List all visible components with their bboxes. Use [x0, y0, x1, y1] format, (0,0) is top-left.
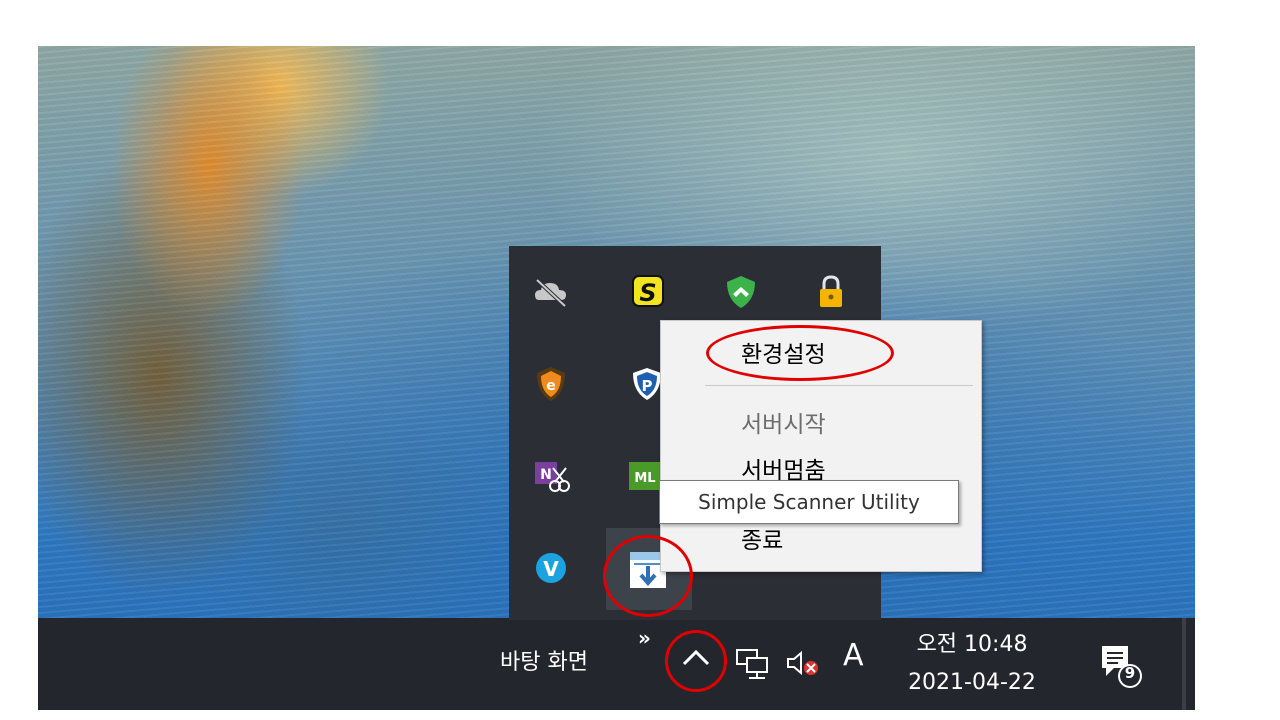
svg-text:e: e	[546, 378, 556, 394]
svg-text:P: P	[642, 377, 653, 395]
menu-item-start-server: 서버시작	[741, 412, 826, 438]
network-icon[interactable]	[735, 648, 771, 680]
notification-icon	[1102, 646, 1142, 688]
chevron-up-icon	[682, 649, 710, 666]
action-center-button[interactable]: 9	[1096, 642, 1146, 696]
menu-item-preferences[interactable]: 환경설정	[741, 335, 826, 369]
svg-text:N: N	[540, 467, 552, 483]
desktop-toolbar-label[interactable]: 바탕 화면	[500, 644, 588, 676]
clock-time[interactable]: 오전 10:48	[902, 626, 1042, 658]
tray-tooltip: Simple Scanner Utility	[659, 480, 959, 524]
nx-scissors-icon[interactable]: N	[531, 456, 571, 496]
svg-text:V: V	[543, 557, 559, 581]
svg-text:S: S	[639, 279, 656, 307]
show-desktop-edge[interactable]	[1182, 618, 1186, 710]
tray-context-menu: 환경설정 서버시작 서버멈춤 종료	[660, 320, 982, 572]
onedrive-offline-icon[interactable]	[531, 272, 571, 312]
toolbar-more-icon[interactable]: »	[638, 626, 651, 650]
orange-shield-icon[interactable]: e	[531, 364, 571, 404]
lock-icon[interactable]	[811, 272, 851, 312]
s-app-icon[interactable]: S	[629, 272, 669, 312]
green-shield-icon[interactable]	[721, 272, 761, 312]
clock-date[interactable]: 2021-04-22	[902, 670, 1042, 695]
v-blue-icon[interactable]: V	[531, 548, 571, 588]
svg-text:ML: ML	[634, 471, 655, 486]
notification-badge: 9	[1124, 664, 1136, 682]
ime-indicator[interactable]: A	[843, 638, 864, 673]
menu-separator	[705, 385, 973, 386]
volume-muted-icon[interactable]	[785, 648, 821, 678]
tray-overflow-button[interactable]	[674, 636, 718, 680]
taskbar: 바탕 화면 » A 오전 10:48 2021-04-22 9	[38, 618, 1195, 710]
menu-item-exit[interactable]: 종료	[741, 521, 783, 555]
